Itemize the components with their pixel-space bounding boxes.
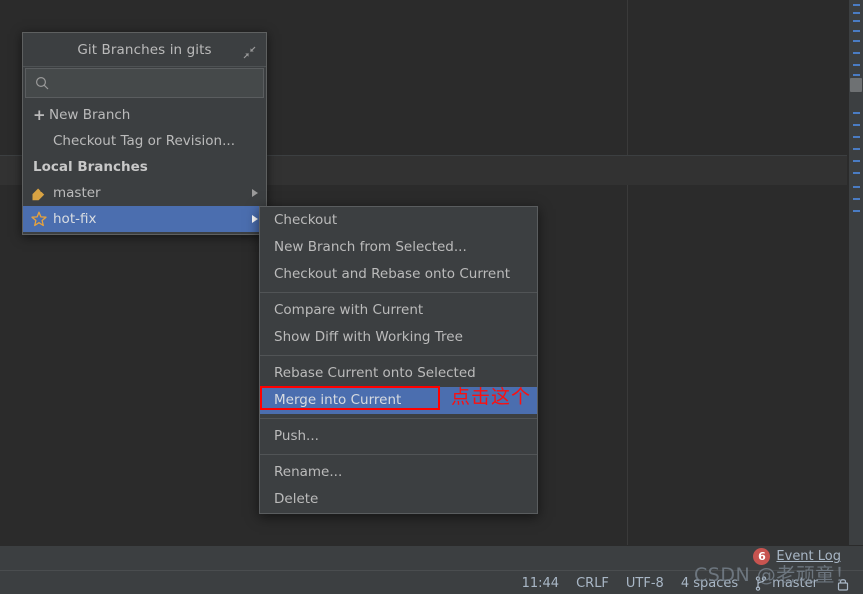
status-branch-widget[interactable]: master	[755, 576, 818, 591]
new-branch-label: New Branch	[49, 107, 131, 123]
context-item-new-branch-from-selected[interactable]: New Branch from Selected...	[260, 234, 537, 261]
editor-error-stripe[interactable]	[849, 0, 863, 545]
ide-window: Git Branches in gits + New Branch Checko…	[0, 0, 863, 594]
branch-label: hot-fix	[53, 211, 97, 227]
editor-right-margin-line	[627, 0, 628, 545]
context-item-delete[interactable]: Delete	[260, 486, 537, 513]
star-icon	[31, 211, 51, 227]
status-branch-name: master	[772, 576, 818, 591]
menu-separator	[260, 418, 537, 419]
status-bar-top-border	[0, 545, 863, 546]
context-item-compare-with-current[interactable]: Compare with Current	[260, 297, 537, 324]
context-item-show-diff-with-working-tree[interactable]: Show Diff with Working Tree	[260, 324, 537, 351]
context-item-rebase-current-onto-selected[interactable]: Rebase Current onto Selected	[260, 360, 537, 387]
context-item-checkout-and-rebase-onto-current[interactable]: Checkout and Rebase onto Current	[260, 261, 537, 288]
plus-icon: +	[33, 106, 46, 124]
menu-separator	[260, 454, 537, 455]
status-bar: 6 Event Log 11:44 CRLF UTF-8 4 spaces ma…	[0, 545, 863, 594]
branch-item-hot-fix[interactable]: hot-fix	[23, 206, 266, 232]
chevron-right-icon	[252, 189, 258, 197]
local-branches-label: Local Branches	[33, 159, 148, 175]
popup-body: + New Branch Checkout Tag or Revision...…	[23, 98, 266, 234]
status-encoding[interactable]: UTF-8	[626, 576, 664, 591]
branch-icon	[755, 576, 767, 591]
menu-separator	[260, 292, 537, 293]
event-log-badge: 6	[753, 548, 771, 565]
lock-icon[interactable]	[837, 577, 849, 591]
checkout-tag-label: Checkout Tag or Revision...	[53, 133, 235, 149]
menu-item-new-branch[interactable]: + New Branch	[23, 102, 266, 128]
stripe-thumb[interactable]	[850, 78, 862, 92]
tag-icon	[31, 186, 51, 201]
local-branches-group-header: Local Branches	[23, 154, 266, 180]
branch-label: master	[53, 185, 101, 201]
status-line-separator[interactable]: CRLF	[576, 576, 609, 591]
branch-search-field[interactable]	[25, 68, 264, 98]
collapse-icon[interactable]	[243, 44, 256, 59]
status-time: 11:44	[521, 576, 560, 591]
popup-header: Git Branches in gits	[23, 33, 266, 67]
menu-separator	[260, 355, 537, 356]
event-log-button[interactable]: 6 Event Log	[753, 548, 841, 565]
status-bar-divider	[0, 570, 863, 571]
search-icon	[35, 76, 49, 89]
status-indent[interactable]: 4 spaces	[681, 576, 738, 591]
context-item-push[interactable]: Push...	[260, 423, 537, 450]
annotation-text: 点击这个	[451, 386, 532, 408]
popup-title: Git Branches in gits	[77, 41, 212, 58]
menu-item-checkout-tag-or-revision[interactable]: Checkout Tag or Revision...	[23, 128, 266, 154]
chevron-right-icon	[252, 215, 258, 223]
context-item-rename[interactable]: Rename...	[260, 459, 537, 486]
branch-item-master[interactable]: master	[23, 180, 266, 206]
git-branches-popup: Git Branches in gits + New Branch Checko…	[22, 32, 267, 235]
context-item-checkout[interactable]: Checkout	[260, 207, 537, 234]
status-bar-items: 11:44 CRLF UTF-8 4 spaces master	[522, 576, 849, 591]
event-log-label: Event Log	[776, 549, 841, 564]
branch-context-menu: Checkout New Branch from Selected... Che…	[259, 206, 538, 514]
